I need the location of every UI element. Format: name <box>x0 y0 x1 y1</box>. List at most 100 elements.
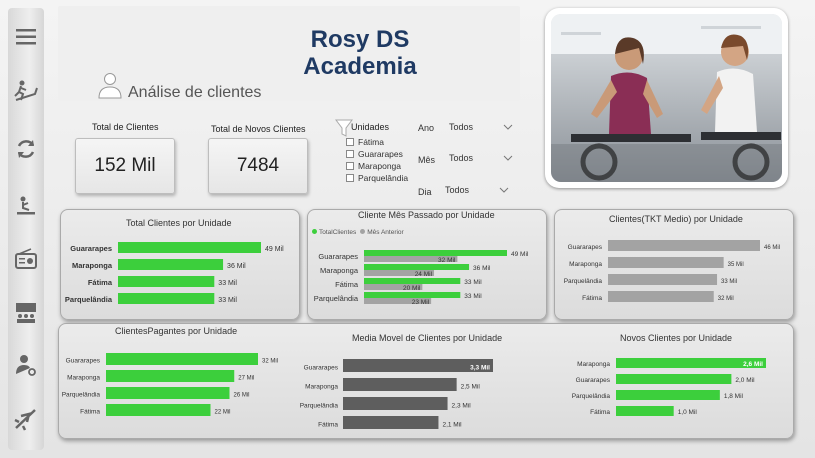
data-label: 33 Mil <box>218 297 237 304</box>
category-label: Guararapes <box>70 244 112 253</box>
data-label: 32 Mil <box>262 359 278 365</box>
bar <box>364 292 461 298</box>
checkbox[interactable] <box>346 162 354 170</box>
refresh-icon[interactable] <box>11 134 41 164</box>
chart-media-movel: Guararapes 3,3 Mil Maraponga 2,5 Mil Parquel… <box>300 359 493 429</box>
chart-clientes-pagantes: Guararapes 32 Mil Maraponga 27 Mil Parquelân… <box>62 353 278 416</box>
category-label: Maraponga <box>320 266 359 275</box>
treadmill-icon[interactable] <box>11 76 41 106</box>
unidade-option-maraponga[interactable]: Maraponga <box>346 161 401 171</box>
checkbox[interactable] <box>346 150 354 158</box>
data-label: 36 Mil <box>473 265 491 272</box>
mes-dropdown[interactable]: Todos <box>445 149 517 167</box>
category-label: Maraponga <box>67 375 100 382</box>
total-clientes-label: Total de Clientes <box>92 122 159 132</box>
chart-title: Total Clientes por Unidade <box>126 218 232 228</box>
category-label: Guararapes <box>304 364 339 371</box>
category-label: Parquelândia <box>564 278 603 285</box>
data-label: 1,8 Mil <box>724 393 744 400</box>
unidade-option-parquelandia[interactable]: Parquelândia <box>346 173 408 183</box>
data-label: 33 Mil <box>721 279 737 285</box>
category-label: Maraponga <box>72 261 113 270</box>
novos-clientes-label: Total de Novos Clientes <box>211 124 306 134</box>
bar <box>608 274 718 285</box>
bar <box>118 242 261 253</box>
chart-title: Clientes(TKT Medio) por Unidade <box>609 214 743 224</box>
unidade-option-fatima[interactable]: Fátima <box>346 137 384 147</box>
unidades-filter-title: Unidades <box>351 122 390 132</box>
category-label: Parquelândia <box>572 393 611 400</box>
bar <box>616 390 720 400</box>
person-icon <box>98 73 122 99</box>
data-label: 35 Mil <box>728 262 744 268</box>
mes-label: Mês <box>418 155 436 165</box>
checkbox[interactable] <box>346 174 354 182</box>
ano-dropdown[interactable]: Todos <box>445 118 517 136</box>
legend-item-anterior: Mês Anterior <box>360 229 404 236</box>
data-label: 49 Mil <box>265 246 284 253</box>
exercise-icon[interactable] <box>11 190 41 220</box>
chart-tkt-medio: Guararapes 46 Mil Maraponga 35 Mil Parquelân… <box>564 240 780 302</box>
chart-total-clientes: Guararapes 49 Mil Maraponga 36 Mil Fátima 33 … <box>65 242 284 304</box>
bar <box>118 276 215 287</box>
bar <box>118 293 215 304</box>
data-label: 3,3 Mil <box>470 364 490 371</box>
bar <box>364 264 470 270</box>
data-label: 2,1 Mil <box>442 421 462 428</box>
photo-frame <box>545 8 788 188</box>
category-label: Maraponga <box>305 383 338 390</box>
data-label: 32 Mil <box>438 257 456 264</box>
bar <box>364 278 461 284</box>
bar <box>106 370 235 382</box>
checkbox[interactable] <box>346 138 354 146</box>
category-label: Fátima <box>582 295 602 302</box>
gym-photo <box>551 14 782 182</box>
category-label: Fátima <box>318 421 338 428</box>
unidade-option-guararapes[interactable]: Guararapes <box>346 149 403 159</box>
chart-title: Novos Clientes por Unidade <box>620 333 733 343</box>
airplane-icon[interactable] <box>11 404 41 434</box>
bar <box>106 353 258 365</box>
data-label: 22 Mil <box>215 410 231 416</box>
data-label: 2,5 Mil <box>461 383 481 390</box>
user-search-icon[interactable] <box>11 350 41 380</box>
dia-dropdown[interactable]: Todos <box>441 181 513 199</box>
data-label: 1,0 Mil <box>678 409 698 416</box>
bar <box>364 250 507 256</box>
chart-cliente-mes-passado: Guararapes 49 Mil 32 Mil Maraponga 36 Mil 24 … <box>314 250 529 306</box>
bar <box>608 240 760 251</box>
data-label: 2,3 Mil <box>452 402 472 409</box>
data-label: 20 Mil <box>403 285 421 292</box>
category-label: Guararapes <box>576 377 611 384</box>
bar <box>343 397 448 410</box>
chevron-down-icon <box>503 155 513 161</box>
chart-title: ClientesPagantes por Unidade <box>115 326 238 336</box>
data-label: 23 Mil <box>412 299 430 306</box>
chevron-down-icon <box>503 124 513 130</box>
data-label: 46 Mil <box>764 245 780 251</box>
category-label: Maraponga <box>577 361 610 368</box>
category-label: Fátima <box>335 280 359 289</box>
menu-icon[interactable] <box>11 22 41 52</box>
category-label: Guararapes <box>318 252 358 261</box>
radio-icon[interactable] <box>11 244 41 274</box>
bar <box>106 387 230 399</box>
bar <box>608 257 724 268</box>
category-label: Parquelândia <box>314 294 359 303</box>
group-icon[interactable] <box>11 298 41 328</box>
data-label: 24 Mil <box>415 271 433 278</box>
ano-label: Ano <box>418 123 435 133</box>
category-label: Maraponga <box>569 261 602 268</box>
bar <box>608 291 714 302</box>
bar <box>106 404 211 416</box>
data-label: 49 Mil <box>511 251 529 258</box>
legend-item-total: TotalClientes <box>312 229 356 236</box>
chart-title: Media Movel de Clientes por Unidade <box>352 333 503 343</box>
bar <box>343 416 439 429</box>
category-label: Fátima <box>80 409 100 416</box>
dia-label: Dia <box>418 187 432 197</box>
chart-title: Cliente Mês Passado por Unidade <box>358 210 495 220</box>
data-label: 2,6 Mil <box>743 361 763 368</box>
data-label: 26 Mil <box>234 393 250 399</box>
bar <box>616 406 674 416</box>
